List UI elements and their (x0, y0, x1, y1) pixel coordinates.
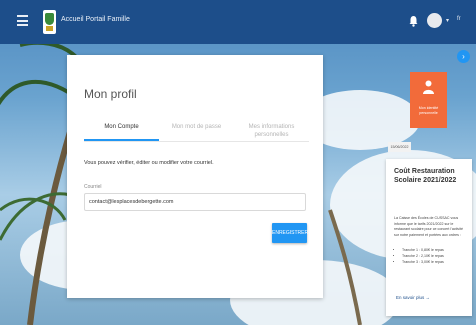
news-title: Coût Restauration Scolaire 2021/2022 (394, 168, 457, 184)
menu-icon[interactable] (17, 15, 28, 26)
read-more-link[interactable]: En savoir plus → (396, 295, 430, 300)
email-label: Courriel (84, 184, 102, 190)
bell-icon[interactable] (409, 15, 418, 27)
info-text: Vous pouvez vérifier, éditer ou modifier… (84, 160, 214, 166)
page-title: Mon profil (84, 87, 137, 101)
tab-informations-personnelles[interactable]: Mes informations personnelles (234, 123, 309, 141)
tabs-divider (84, 141, 309, 142)
news-card: Coût Restauration Scolaire 2021/2022 La … (386, 159, 472, 316)
chevron-down-icon[interactable]: ▾ (446, 17, 449, 24)
tile-label: Mon identité personnelle (418, 106, 439, 115)
app-title[interactable]: Accueil Portail Famille (61, 16, 130, 23)
person-icon (423, 80, 434, 94)
tab-mot-de-passe[interactable]: Mon mot de passe (159, 123, 234, 141)
price-list: Tranche 1 : 0,80€ le repas Tranche 2 : 2… (402, 248, 466, 265)
save-button[interactable]: ENREGISTRER (272, 223, 308, 243)
logo (43, 10, 56, 34)
profile-card: Mon profil Mon Compte Mon mot de passe M… (67, 55, 323, 298)
email-field[interactable]: contact@lesplacesdebergette.com (84, 193, 306, 211)
list-item: Tranche 3 : 3,00€ le repas (402, 260, 466, 266)
personal-identity-tile[interactable]: Mon identité personnelle (410, 72, 447, 128)
avatar[interactable] (427, 13, 442, 28)
language-selector[interactable]: fr (457, 16, 461, 22)
top-app-bar: Accueil Portail Famille ▾ fr (0, 0, 476, 44)
date-tag: 15/06/2022 (388, 142, 411, 152)
active-tab-indicator (84, 139, 159, 141)
profile-tabs: Mon Compte Mon mot de passe Mes informat… (84, 123, 309, 142)
chevron-right-icon[interactable]: › (457, 50, 470, 63)
news-body: La Caisse des Écoles de CUSSAC vous info… (394, 216, 463, 237)
